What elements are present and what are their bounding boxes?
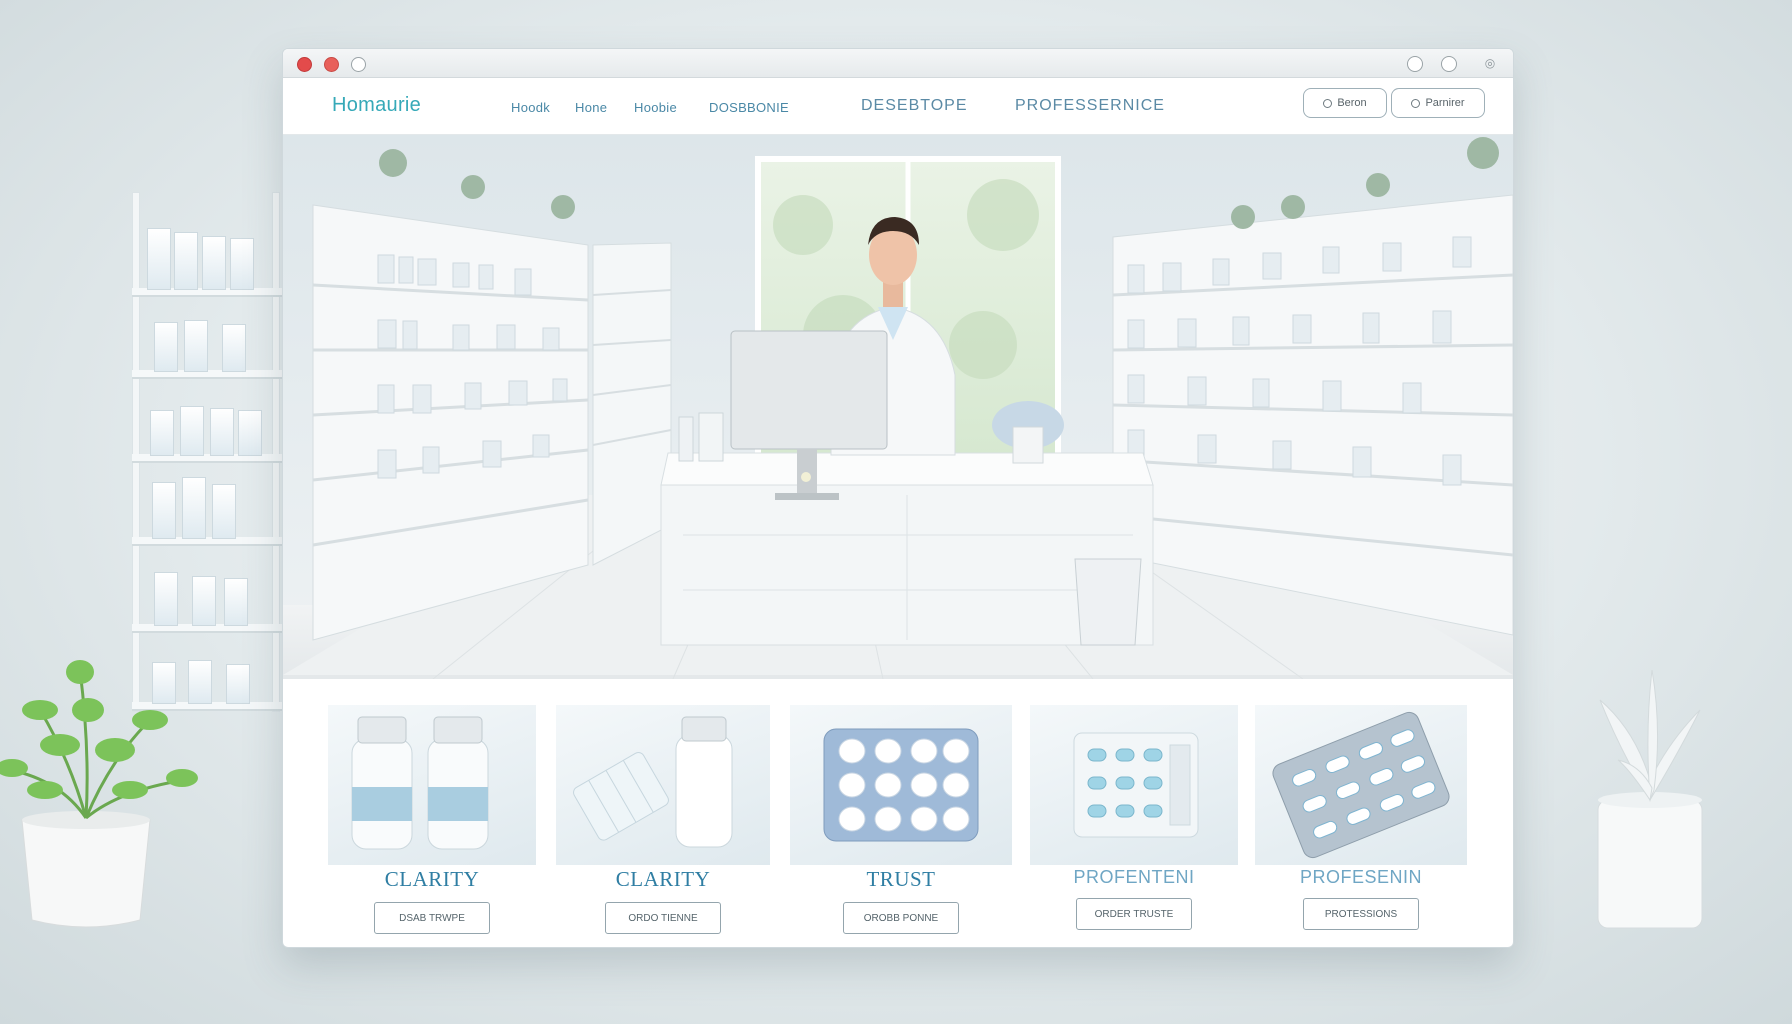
product-card: CLARITY DSAB TRWPE <box>328 705 536 934</box>
settings-icon[interactable] <box>1407 56 1423 72</box>
card-label: PROFENTENI <box>1073 867 1195 887</box>
nav-link-4[interactable]: DOSBBONIE <box>709 100 789 115</box>
nav-button-2-label: Parnirer <box>1425 97 1465 109</box>
blister-pack-illustration <box>823 728 979 842</box>
card-button[interactable]: OROBB PONNE <box>843 902 959 934</box>
card-label: TRUST <box>866 867 936 891</box>
product-box <box>154 572 178 626</box>
nav-link-3[interactable]: Hoobie <box>634 100 677 115</box>
shelf-rail <box>272 192 280 712</box>
wall-shelf <box>132 192 282 712</box>
nav-button-1[interactable]: Beron <box>1303 88 1387 118</box>
product-card: PROFENTENI ORDER TRUSTE <box>1030 705 1238 930</box>
product-box <box>180 406 204 456</box>
nav-link-2[interactable]: Hone <box>575 100 607 115</box>
nav-section-2[interactable]: PROFESSERNICE <box>1015 97 1165 115</box>
circle-icon <box>1411 98 1421 108</box>
product-box <box>226 664 250 704</box>
browser-window: ◎ Homaurie Hoodk Hone Hoobie DOSBBONIE D… <box>282 48 1514 948</box>
product-box <box>192 576 216 626</box>
nav-button-1-label: Beron <box>1337 97 1367 109</box>
vase-right <box>1597 669 1703 929</box>
title-bar: ◎ <box>283 49 1513 78</box>
product-box <box>210 408 234 456</box>
capsule-blister-illustration <box>1272 711 1450 859</box>
nav-section-1[interactable]: DESEBTOPE <box>861 97 968 115</box>
site-navbar: Homaurie Hoodk Hone Hoobie DOSBBONIE DES… <box>283 78 1513 135</box>
card-button[interactable]: PROTESSIONS <box>1303 898 1419 930</box>
product-box <box>152 482 176 539</box>
product-box <box>222 324 246 372</box>
product-box <box>212 484 236 539</box>
card-button[interactable]: ORDER TRUSTE <box>1076 898 1192 930</box>
info-icon[interactable]: ◎ <box>1483 56 1497 70</box>
shelf-rail <box>132 192 140 712</box>
card-label: PROFESENIN <box>1299 867 1423 887</box>
maximize-icon[interactable] <box>351 57 366 72</box>
nav-link-1[interactable]: Hoodk <box>511 100 550 115</box>
site-logo[interactable]: Homaurie <box>332 94 421 117</box>
product-box <box>147 228 171 290</box>
card-button[interactable]: DSAB TRWPE <box>374 902 490 934</box>
card-image <box>328 705 536 865</box>
product-card: PROFESENIN PROTESSIONS <box>1255 705 1467 930</box>
product-box <box>230 238 254 290</box>
card-image <box>790 705 1012 865</box>
product-box <box>202 236 226 290</box>
minimize-icon[interactable] <box>324 57 339 72</box>
card-label: CLARITY <box>384 867 480 891</box>
product-cards: CLARITY DSAB TRWPE CLARITY ORDO TIENNE T… <box>283 679 1513 947</box>
potted-plant-left <box>0 660 198 928</box>
product-box <box>238 410 262 456</box>
hero-pharmacy-image <box>283 135 1513 679</box>
product-box <box>224 578 248 626</box>
product-box <box>150 410 174 456</box>
product-box <box>154 322 178 372</box>
product-box <box>182 477 206 539</box>
card-label: CLARITY <box>615 867 711 891</box>
card-button[interactable]: ORDO TIENNE <box>605 902 721 934</box>
card-image <box>1030 705 1238 865</box>
card-image <box>556 705 770 865</box>
product-card: CLARITY ORDO TIENNE <box>556 705 770 934</box>
pill-bottles-illustration <box>351 716 489 850</box>
product-card: TRUST OROBB PONNE <box>790 705 1012 934</box>
card-image <box>1255 705 1467 865</box>
bottle-and-blister-illustration <box>573 716 733 848</box>
close-icon[interactable] <box>297 57 312 72</box>
product-box <box>184 320 208 372</box>
circle-icon <box>1323 98 1333 108</box>
menu-icon[interactable] <box>1441 56 1457 72</box>
capsule-tray-illustration <box>1073 732 1199 838</box>
nav-button-2[interactable]: Parnirer <box>1391 88 1485 118</box>
product-box <box>174 232 198 290</box>
